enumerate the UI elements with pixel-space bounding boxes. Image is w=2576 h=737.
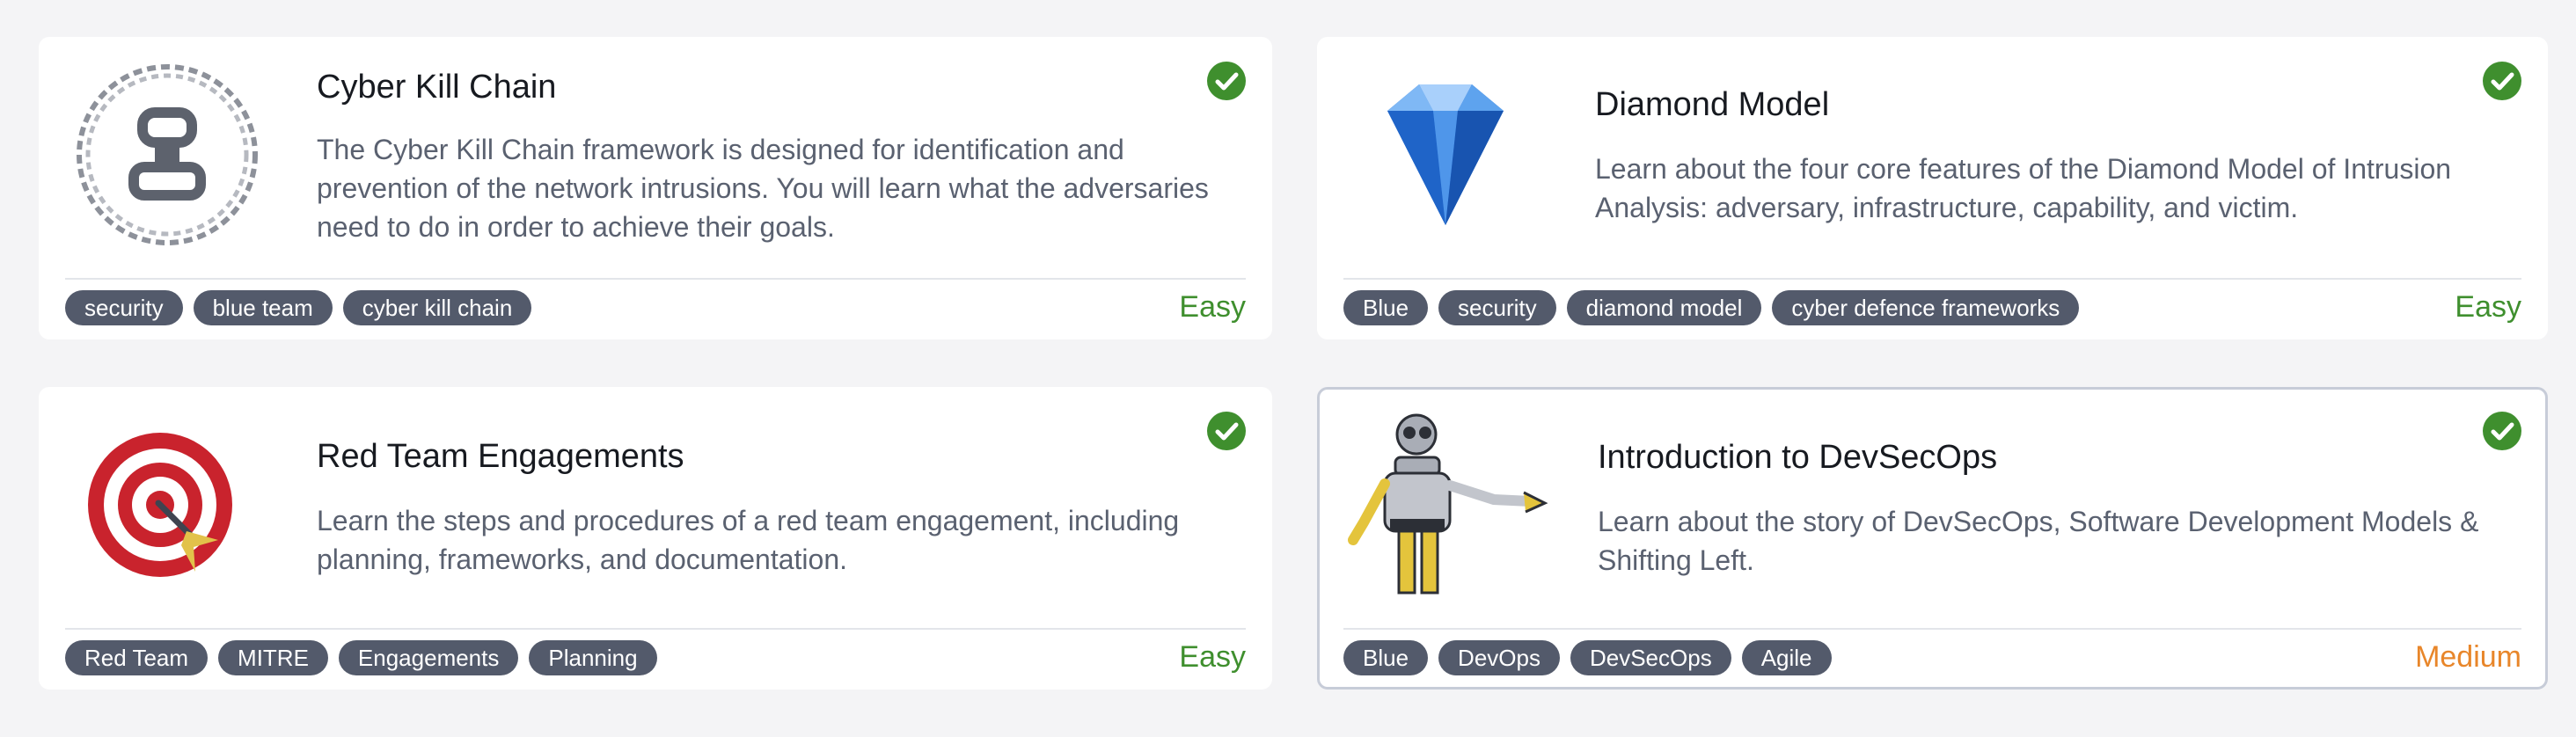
completed-check-icon (1207, 412, 1246, 450)
room-card-red-team-engagements[interactable]: Red Team Engagements Learn the steps and… (39, 387, 1272, 690)
difficulty-label: Easy (1179, 290, 1246, 324)
tag[interactable]: Blue (1343, 640, 1429, 675)
completed-check-icon (2483, 412, 2521, 450)
room-title[interactable]: Cyber Kill Chain (317, 69, 556, 106)
tag[interactable]: cyber kill chain (342, 290, 532, 325)
tag[interactable]: MITRE (218, 640, 328, 675)
room-description: Learn the steps and procedures of a red … (317, 505, 1180, 575)
difficulty-label: Easy (1179, 640, 1246, 674)
tag[interactable]: Agile (1741, 640, 1832, 675)
tag[interactable]: security (1438, 290, 1556, 325)
tag[interactable]: Red Team (65, 640, 209, 675)
tag[interactable]: Engagements (338, 640, 519, 675)
tag[interactable]: Planning (529, 640, 657, 675)
tag[interactable]: Blue (1343, 290, 1429, 325)
card-divider (65, 278, 1246, 280)
chain-circle-icon (63, 58, 271, 252)
card-divider (1343, 628, 2521, 630)
room-description: Learn about the story of DevSecOps, Soft… (1598, 506, 2479, 576)
room-description: The Cyber Kill Chain framework is design… (317, 134, 1209, 243)
card-divider (65, 628, 1246, 630)
tag[interactable]: DevSecOps (1570, 640, 1731, 675)
tag-list: Blue security diamond model cyber defenc… (1343, 290, 2080, 325)
room-description: Learn about the four core features of th… (1595, 153, 2452, 223)
room-title[interactable]: Diamond Model (1595, 86, 1829, 124)
diamond-icon (1342, 58, 1549, 252)
tag[interactable]: security (65, 290, 183, 325)
room-card-introduction-to-devsecops[interactable]: Introduction to DevSecOps Learn about th… (1317, 387, 2548, 690)
completed-check-icon (2483, 62, 2521, 100)
room-title[interactable]: Red Team Engagements (317, 438, 684, 476)
tag[interactable]: cyber defence frameworks (1772, 290, 2080, 325)
card-divider (1343, 278, 2521, 280)
room-title[interactable]: Introduction to DevSecOps (1598, 439, 1997, 477)
tag-list: security blue team cyber kill chain (65, 290, 532, 325)
tag[interactable]: diamond model (1566, 290, 1762, 325)
tag[interactable]: blue team (193, 290, 333, 325)
room-card-diamond-model[interactable]: Diamond Model Learn about the four core … (1317, 37, 2548, 339)
room-card-cyber-kill-chain[interactable]: Cyber Kill Chain The Cyber Kill Chain fr… (39, 37, 1272, 339)
tag[interactable]: DevOps (1438, 640, 1560, 675)
tag-list: Blue DevOps DevSecOps Agile (1343, 640, 1832, 675)
completed-check-icon (1207, 62, 1246, 100)
tag-list: Red Team MITRE Engagements Planning (65, 640, 657, 675)
difficulty-label: Easy (2455, 290, 2521, 324)
difficulty-label: Medium (2415, 640, 2521, 674)
robot-icon (1344, 408, 1552, 602)
target-dart-icon (63, 408, 271, 602)
